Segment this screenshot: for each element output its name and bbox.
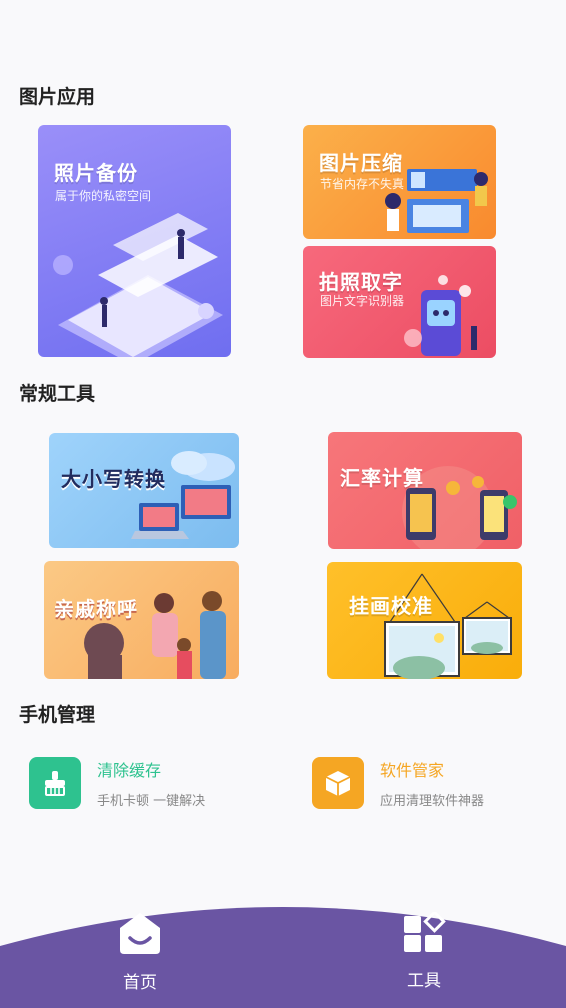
tab-home[interactable]: 首页 bbox=[117, 910, 163, 993]
software-manager-item[interactable]: 软件管家 应用清理软件神器 bbox=[312, 757, 484, 809]
photo-backup-subtitle: 属于你的私密空间 bbox=[55, 189, 152, 203]
clean-cache-item[interactable]: 清除缓存 手机卡顿 一键解决 bbox=[29, 757, 205, 809]
hanging-frames-illustration bbox=[384, 573, 512, 679]
section-title-photo-apps: 图片应用 bbox=[19, 86, 96, 108]
broom-icon bbox=[29, 757, 81, 809]
photo-ocr-subtitle: 图片文字识别器 bbox=[320, 294, 405, 308]
photo-backup-card[interactable]: 照片备份 属于你的私密空间 bbox=[38, 125, 231, 357]
photo-backup-title: 照片备份 bbox=[54, 161, 138, 185]
clean-cache-name: 清除缓存 bbox=[97, 761, 162, 780]
photo-ocr-card[interactable]: 拍照取字 图片文字识别器 bbox=[303, 246, 496, 358]
section-title-common-tools: 常规工具 bbox=[19, 383, 96, 405]
relatives-title: 亲戚称呼 bbox=[54, 597, 138, 621]
clean-cache-desc: 手机卡顿 一键解决 bbox=[97, 794, 206, 809]
photo-ocr-title: 拍照取字 bbox=[319, 270, 403, 294]
image-compress-title: 图片压缩 bbox=[319, 151, 403, 175]
picture-level-card[interactable]: 挂画校准 bbox=[327, 562, 522, 679]
software-manager-name: 软件管家 bbox=[380, 761, 445, 780]
tabbar-background bbox=[0, 907, 566, 1008]
software-manager-desc: 应用清理软件神器 bbox=[380, 794, 485, 809]
grid-tools-icon bbox=[402, 910, 446, 958]
tab-home-label: 首页 bbox=[123, 973, 157, 993]
image-compress-subtitle: 节省内存不失真 bbox=[320, 177, 405, 191]
case-convert-title: 大小写转换 bbox=[61, 467, 166, 491]
relatives-card[interactable]: 亲戚称呼 bbox=[44, 561, 239, 679]
home-envelope-icon bbox=[117, 910, 163, 960]
box-icon bbox=[312, 757, 364, 809]
case-convert-card[interactable]: 大小写转换 bbox=[49, 433, 239, 548]
bottom-tab-bar: 首页 工具 bbox=[0, 888, 566, 1008]
exchange-rate-card[interactable]: 汇率计算 bbox=[328, 432, 522, 549]
image-compress-card[interactable]: 图片压缩 节省内存不失真 bbox=[303, 125, 496, 239]
exchange-rate-title: 汇率计算 bbox=[340, 466, 424, 490]
picture-level-title: 挂画校准 bbox=[349, 594, 433, 618]
tab-tools[interactable]: 工具 bbox=[402, 910, 446, 991]
tab-tools-label: 工具 bbox=[407, 971, 441, 991]
section-title-phone-management: 手机管理 bbox=[19, 704, 96, 726]
